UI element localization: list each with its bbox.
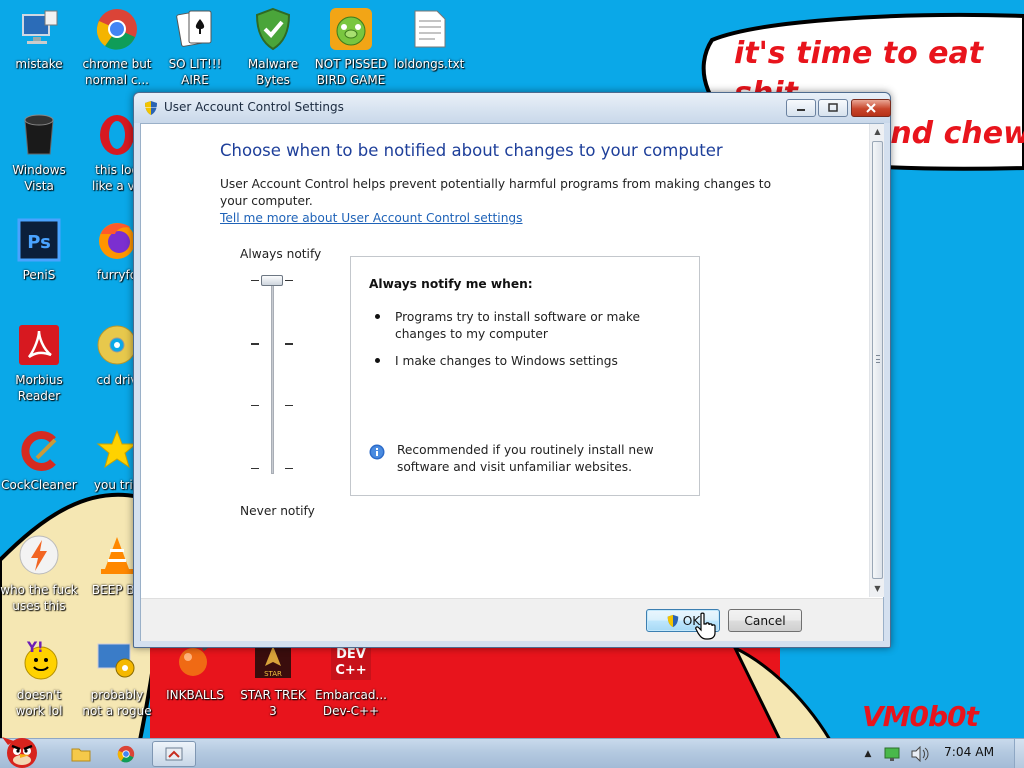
scroll-down-icon[interactable]: ▼: [870, 581, 885, 596]
slider-top-label: Always notify: [240, 247, 322, 261]
pig-icon: [328, 6, 374, 52]
notify-level-slider[interactable]: Always notify Never notify: [237, 242, 357, 522]
maximize-icon: [828, 103, 838, 112]
uac-shield-icon: [145, 101, 157, 115]
cancel-button[interactable]: Cancel: [728, 609, 802, 632]
taskbar-uac-settings[interactable]: [152, 741, 196, 767]
hand-cursor-icon: [695, 612, 716, 640]
recommendation-text: Recommended if you routinely install new…: [397, 443, 654, 474]
learn-more-link[interactable]: Tell me more about User Account Control …: [220, 211, 523, 225]
taskbar-chrome[interactable]: [107, 741, 145, 767]
maximize-button[interactable]: [818, 99, 848, 117]
slider-tick: [285, 280, 293, 281]
solitaire-icon: [172, 6, 218, 52]
desktop-icon-rogue[interactable]: probably not a rogue: [78, 637, 156, 719]
level-description-box: Always notify me when: Programs try to i…: [350, 256, 700, 496]
explorer-icon: [71, 748, 91, 762]
desktop-icon-devcpp[interactable]: DEV C++ Embarcad... Dev-C++: [312, 637, 390, 719]
chrome-icon: [94, 6, 140, 52]
volume-icon[interactable]: [910, 746, 932, 762]
grip-icon: [876, 355, 880, 363]
svg-text:C++: C++: [335, 663, 366, 678]
network-icon[interactable]: [882, 746, 904, 762]
angry-bird-start-icon: [2, 737, 37, 768]
desktop-icon-pdf-reader[interactable]: Morbius Reader: [0, 322, 78, 404]
desktop-icon-ccleaner[interactable]: CockCleaner: [0, 427, 78, 493]
slider-bottom-label: Never notify: [240, 504, 315, 518]
desktop-icon-photoshop[interactable]: Ps PeniS: [0, 217, 78, 283]
vertical-scrollbar[interactable]: ▲ ▼: [869, 124, 884, 597]
slider-tick: [285, 342, 293, 345]
page-heading: Choose when to be notified about changes…: [220, 141, 723, 160]
minimize-button[interactable]: [786, 99, 816, 117]
list-item: Programs try to install software or make…: [371, 309, 671, 343]
chrome-icon: [117, 745, 135, 763]
uac-shield-icon: [667, 614, 678, 627]
desktop-icon-solitaire[interactable]: SO LIT!!! AIRE: [156, 6, 234, 88]
dialog-footer: OK Cancel: [141, 598, 883, 641]
window-title: User Account Control Settings: [164, 100, 344, 114]
start-button[interactable]: [0, 731, 46, 768]
info-icon: [369, 444, 385, 460]
scroll-up-icon[interactable]: ▲: [870, 124, 885, 139]
svg-text:Y!: Y!: [26, 640, 44, 656]
uac-settings-window: User Account Control Settings Choose whe…: [133, 92, 891, 648]
slider-thumb[interactable]: [261, 275, 283, 286]
bullet-icon: [375, 314, 380, 319]
svg-text:Ps: Ps: [27, 232, 51, 253]
pdf-reader-icon: [16, 322, 62, 368]
dialog-client-area: Choose when to be notified about changes…: [140, 123, 884, 641]
svg-text:DEV: DEV: [336, 647, 366, 662]
taskbar-explorer[interactable]: [62, 741, 100, 767]
computer-icon: [16, 6, 62, 52]
yahoo-messenger-icon: Y!: [16, 637, 62, 683]
shield-check-icon: [250, 6, 296, 52]
show-desktop-button[interactable]: [1014, 739, 1024, 768]
text-file-icon: [406, 6, 452, 52]
show-hidden-icons-icon[interactable]: ▲: [858, 749, 878, 759]
bin-icon: [16, 112, 62, 158]
desktop-icon-textfile[interactable]: loldongs.txt: [390, 6, 468, 72]
desktop-icon-flash[interactable]: who the fuck uses this: [0, 532, 78, 614]
desktop-icon-star-trek[interactable]: STAR STAR TREK 3: [234, 637, 312, 719]
photoshop-icon: Ps: [16, 217, 62, 263]
title-bar[interactable]: User Account Control Settings: [134, 93, 891, 123]
uac-settings-icon: [165, 747, 183, 761]
svg-text:STAR: STAR: [264, 670, 282, 678]
slider-tick: [251, 405, 259, 407]
close-icon: [866, 103, 876, 113]
system-tray: ▲: [858, 745, 932, 763]
flash-icon: [16, 532, 62, 578]
desktop-icon-yahoo-messenger[interactable]: Y! doesn't work lol: [0, 637, 78, 719]
desktop-icon-bird-game[interactable]: NOT PISSED BIRD GAME: [312, 6, 390, 88]
desktop-icon-malwarebytes[interactable]: Malware Bytes: [234, 6, 312, 88]
close-button[interactable]: [851, 99, 891, 117]
slider-tick: [251, 342, 259, 345]
slider-tick: [251, 280, 259, 281]
desktop-icon-chrome[interactable]: chrome but normal c...: [78, 6, 156, 88]
slider-tick: [285, 468, 293, 469]
minimize-icon: [797, 109, 805, 111]
wallpaper-signature: VM0b0t: [862, 700, 979, 733]
ccleaner-icon: [16, 427, 62, 473]
slider-tick: [285, 405, 293, 407]
list-item: I make changes to Windows settings: [371, 353, 671, 370]
recommendation: Recommended if you routinely install new…: [369, 442, 689, 476]
taskbar: ▲ 7:04 AM: [0, 737, 1024, 768]
scrollbar-thumb[interactable]: [872, 141, 883, 579]
description-text: User Account Control helps prevent poten…: [220, 177, 772, 208]
level-title: Always notify me when:: [369, 277, 533, 291]
desktop-icon-mistake[interactable]: mistake: [0, 6, 78, 72]
slider-track[interactable]: [271, 278, 274, 474]
slider-tick: [251, 468, 259, 469]
taskbar-clock[interactable]: 7:04 AM: [944, 745, 994, 759]
desktop-icon-windows-vista[interactable]: Windows Vista: [0, 112, 78, 194]
bullet-icon: [375, 358, 380, 363]
settings-content: Choose when to be notified about changes…: [141, 124, 867, 597]
